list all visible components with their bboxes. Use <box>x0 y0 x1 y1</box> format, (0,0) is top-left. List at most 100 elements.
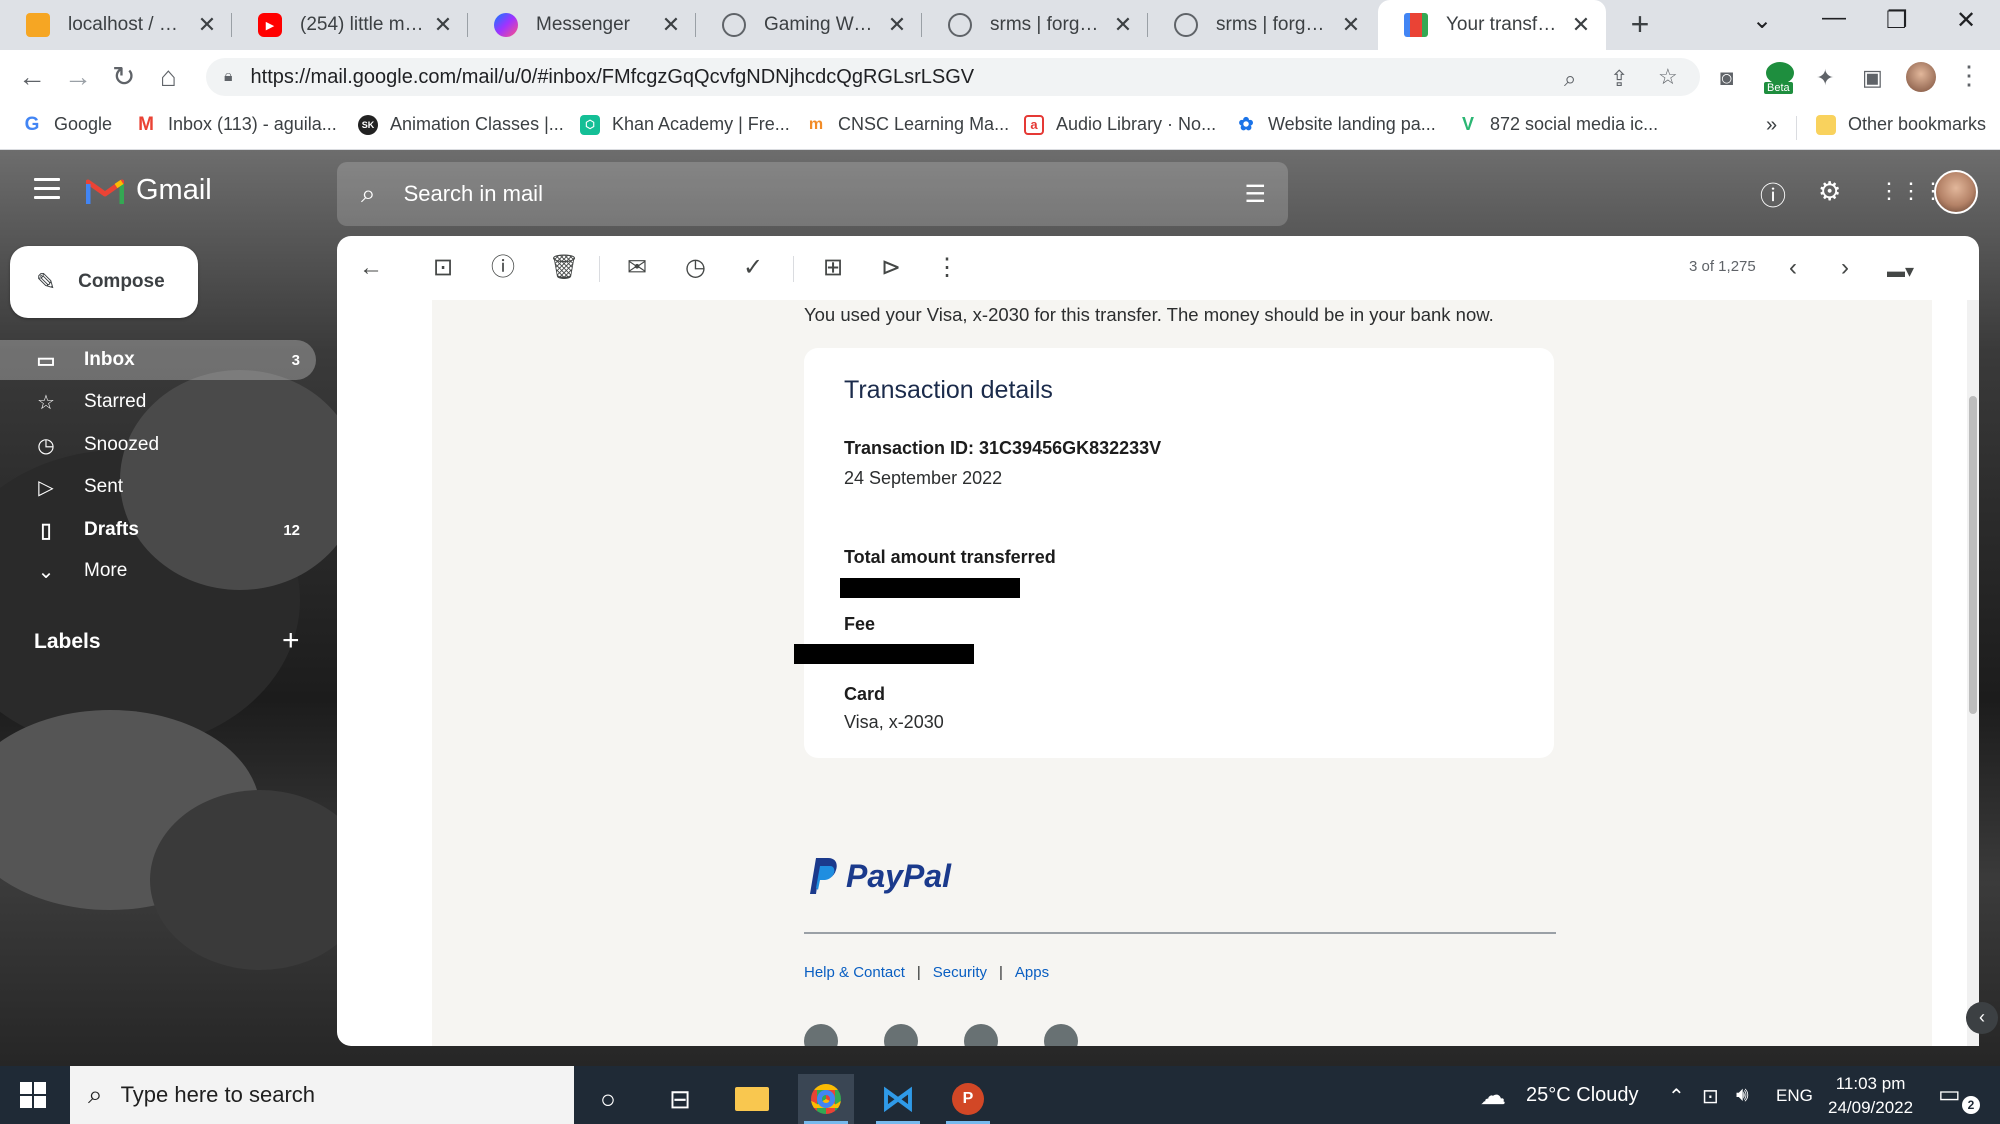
tab-search-icon[interactable]: ⌄ <box>1752 6 1772 35</box>
volume-icon[interactable]: 🔊︎ <box>1736 1084 1749 1107</box>
nav-snoozed[interactable]: ◷ Snoozed <box>0 425 316 465</box>
bookmark-item[interactable]: G Google <box>22 114 112 135</box>
label-icon[interactable]: ⊳ <box>881 255 901 281</box>
input-tools-icon[interactable]: ▬▾ <box>1887 258 1914 284</box>
help-icon[interactable]: ⓘ <box>1760 176 1786 213</box>
facebook-icon[interactable] <box>964 1024 998 1046</box>
nav-drafts[interactable]: ▯ Drafts 12 <box>0 510 316 550</box>
browser-tab[interactable]: srms | forgot pas ✕ <box>1148 0 1376 50</box>
puzzle-icon[interactable]: ✦ <box>1816 65 1834 91</box>
powerpoint-icon[interactable]: P <box>940 1074 996 1124</box>
browser-tab[interactable]: srms | forgot pas ✕ <box>922 0 1148 50</box>
twitter-icon[interactable] <box>804 1024 838 1046</box>
zoom-icon[interactable]: ⌕ <box>1564 66 1576 92</box>
bookmark-item[interactable]: a Audio Library · No... <box>1024 114 1216 135</box>
search-input[interactable]: Search in mail <box>404 181 543 207</box>
bookmark-item[interactable]: ✿ Website landing pa... <box>1236 114 1435 135</box>
cortana-icon[interactable]: ○ <box>580 1074 636 1124</box>
close-tab-icon[interactable]: ✕ <box>432 12 454 38</box>
weather-cloud-icon[interactable]: ☁ <box>1480 1080 1506 1111</box>
main-menu-icon[interactable] <box>34 178 60 205</box>
restore-icon[interactable]: ❐ <box>1886 6 1908 35</box>
side-panel-toggle-icon[interactable]: ‹ <box>1966 1002 1998 1034</box>
file-explorer-icon[interactable] <box>724 1074 780 1124</box>
bookmark-item[interactable]: M Inbox (113) - aguila... <box>136 114 337 135</box>
close-window-icon[interactable]: ✕ <box>1956 6 1976 35</box>
linkedin-icon[interactable] <box>1044 1024 1078 1046</box>
minimize-icon[interactable]: — <box>1822 4 1846 32</box>
show-hidden-icons-icon[interactable]: ⌃ <box>1668 1084 1685 1109</box>
side-panel-icon[interactable]: ▣ <box>1862 65 1883 91</box>
close-tab-icon[interactable]: ✕ <box>1112 12 1134 38</box>
mark-unread-icon[interactable]: ✉ <box>627 255 647 281</box>
settings-gear-icon[interactable]: ⚙ <box>1818 176 1841 207</box>
close-tab-icon[interactable]: ✕ <box>1340 12 1362 38</box>
forward-icon[interactable]: → <box>64 62 92 92</box>
bookmark-star-icon[interactable]: ☆ <box>1658 64 1678 90</box>
weather-text[interactable]: 25°C Cloudy <box>1526 1084 1639 1107</box>
search-options-icon[interactable]: ☰ <box>1244 180 1266 209</box>
close-tab-icon[interactable]: ✕ <box>886 12 908 38</box>
account-avatar[interactable] <box>1934 170 1978 214</box>
close-tab-icon[interactable]: ✕ <box>660 12 682 38</box>
notifications-icon[interactable]: ▭ <box>1938 1080 1961 1109</box>
lock-icon[interactable]: 🔒︎ <box>224 68 233 86</box>
nav-more[interactable]: ⌄ More <box>0 551 316 591</box>
system-clock[interactable]: 11:03 pm 24/09/2022 <box>1828 1072 1913 1120</box>
back-to-inbox-icon[interactable]: ← <box>359 255 383 281</box>
compose-button[interactable]: ✎ Compose <box>10 246 198 318</box>
bookmark-item[interactable]: V 872 social media ic... <box>1458 114 1658 135</box>
new-tab-button[interactable]: + <box>1623 8 1657 42</box>
bookmarks-overflow-button[interactable]: » <box>1766 114 1777 137</box>
bookmark-item[interactable]: SK Animation Classes |... <box>358 114 564 135</box>
reload-icon[interactable]: ↻ <box>112 62 135 92</box>
chrome-taskbar-icon[interactable] <box>798 1074 854 1124</box>
taskbar-search[interactable]: ⌕ Type here to search <box>70 1066 574 1124</box>
close-tab-icon[interactable]: ✕ <box>1570 12 1592 38</box>
language-indicator[interactable]: ENG <box>1776 1086 1813 1106</box>
vscode-icon[interactable]: ⋈ <box>870 1074 926 1124</box>
extension-icon[interactable]: Beta <box>1764 60 1796 96</box>
other-bookmarks[interactable]: Other bookmarks <box>1816 114 1986 135</box>
instagram-icon[interactable] <box>884 1024 918 1046</box>
newer-message-icon[interactable]: ‹ <box>1789 255 1797 281</box>
move-to-icon[interactable]: ⊞ <box>823 255 843 281</box>
bookmark-item[interactable]: ⬡ Khan Academy | Fre... <box>580 114 790 135</box>
search-icon[interactable]: ⌕ <box>361 178 376 210</box>
windows-start-icon[interactable] <box>20 1082 46 1108</box>
browser-tab-active[interactable]: Your transfer was ✕ <box>1378 0 1606 50</box>
report-spam-icon[interactable]: ⓘ <box>491 255 515 281</box>
profile-avatar[interactable] <box>1906 62 1936 92</box>
task-view-icon[interactable]: ⊟ <box>652 1074 708 1124</box>
home-icon[interactable]: ⌂ <box>160 62 177 92</box>
delete-icon[interactable]: 🗑︎ <box>549 255 579 281</box>
network-icon[interactable]: ⊡ <box>1702 1084 1719 1109</box>
browser-tab[interactable]: Gaming Website ✕ <box>696 0 922 50</box>
close-tab-icon[interactable]: ✕ <box>196 12 218 38</box>
snooze-icon[interactable]: ◷ <box>685 255 706 281</box>
nav-sent[interactable]: ▷ Sent <box>0 467 316 507</box>
older-message-icon[interactable]: › <box>1841 255 1849 281</box>
browser-tab[interactable]: ▶ (254) little merm ✕ <box>232 0 468 50</box>
nav-inbox[interactable]: ▭ Inbox 3 <box>0 340 316 380</box>
add-task-icon[interactable]: ✓ <box>743 255 763 281</box>
create-label-icon[interactable]: + <box>282 624 300 658</box>
message-scrollbar[interactable] <box>1967 300 1979 1046</box>
help-contact-link[interactable]: Help & Contact <box>804 964 905 981</box>
mail-search-bar[interactable]: ⌕ Search in mail ☰ <box>337 162 1288 226</box>
archive-icon[interactable]: ⊡ <box>433 255 453 281</box>
more-options-icon[interactable]: ⋮ <box>935 255 959 281</box>
nav-starred[interactable]: ☆ Starred <box>0 382 316 422</box>
browser-tab[interactable]: localhost / 127.0. ✕ <box>0 0 232 50</box>
gmail-logo[interactable]: Gmail <box>86 174 212 207</box>
address-bar[interactable]: 🔒︎ https://mail.google.com/mail/u/0/#inb… <box>206 58 1700 96</box>
browser-tab[interactable]: Messenger ✕ <box>468 0 696 50</box>
chrome-menu-icon[interactable]: ⋮ <box>1956 60 1982 91</box>
gmail-icon <box>1404 13 1428 37</box>
back-icon[interactable]: ← <box>18 62 46 92</box>
share-icon[interactable]: ⇪ <box>1610 66 1628 92</box>
bookmark-item[interactable]: m CNSC Learning Ma... <box>806 114 1009 135</box>
apps-link[interactable]: Apps <box>1015 964 1049 981</box>
camera-icon[interactable]: ◙ <box>1720 65 1733 91</box>
security-link[interactable]: Security <box>933 964 987 981</box>
